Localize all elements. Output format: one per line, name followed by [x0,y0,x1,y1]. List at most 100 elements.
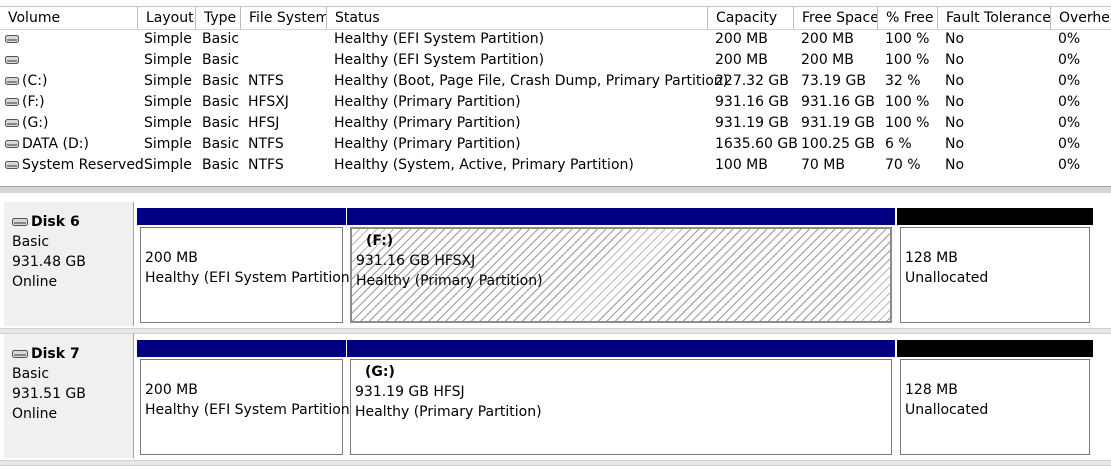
cell-volume: (C:) [22,73,48,89]
cell-volume: (F:) [22,94,45,110]
cell-type: Basic [202,73,240,89]
table-row[interactable]: DATA (D:) Simple Basic NTFS Healthy (Primary… [0,134,1111,155]
partition-band-unallocated [897,208,1093,225]
cell-layout: Simple [144,73,192,89]
cell-fault: No [945,31,965,47]
cell-layout: Simple [144,52,192,68]
cell-type: Basic [202,115,240,131]
cell-fault: No [945,136,965,152]
drive-icon [5,98,19,106]
cell-overhead: 0% [1058,115,1081,131]
cell-free: 931.19 GB [801,115,875,131]
cell-type: Basic [202,94,240,110]
column-header-overhead[interactable]: Overhea [1051,7,1111,29]
volume-list[interactable]: Volume Layout Type File System Status Ca… [0,0,1111,186]
cell-volume: System Reserved [22,157,144,173]
cell-layout: Simple [144,94,192,110]
partition-band-primary [347,208,895,225]
cell-layout: Simple [144,157,192,173]
table-row[interactable]: (F:) Simple Basic HFSXJ Healthy (Primary Par… [0,92,1111,113]
cell-free: 73.19 GB [801,73,866,89]
column-header-status[interactable]: Status [327,7,708,29]
disk-6-label[interactable]: Disk 6 Basic 931.48 GB Online [4,202,134,326]
column-header-capacity[interactable]: Capacity [708,7,794,29]
cell-overhead: 0% [1058,94,1081,110]
column-header-file-system[interactable]: File System [241,7,327,29]
partition-band-primary [347,340,895,357]
table-row[interactable]: System Reserved Simple Basic NTFS Healthy (S… [0,155,1111,176]
column-header: Volume Layout Type File System Status Ca… [0,6,1111,30]
cell-pct: 100 % [885,115,930,131]
partition-body: 128 MB Unallocated [900,359,1090,455]
cell-volume: DATA (D:) [22,136,89,152]
table-row[interactable]: Simple Basic Healthy (EFI System Partition… [0,50,1111,71]
disk-size: 931.48 GB [12,254,86,270]
cell-status: Healthy (Boot, Page File, Crash Dump, Pr… [334,73,729,89]
partition-size: 931.16 GB HFSXJ [356,253,476,269]
drive-icon [5,77,19,85]
drive-icon [5,56,19,64]
partition-size: 128 MB [905,250,958,266]
disk-state: Online [12,406,58,422]
cell-free: 100.25 GB [801,136,875,152]
partition-unallocated[interactable]: 128 MB Unallocated [897,208,1093,326]
cell-layout: Simple [144,31,192,47]
partition-size: 931.19 GB HFSJ [355,384,465,400]
disk-state: Online [12,274,58,290]
column-header-percent-free[interactable]: % Free [878,7,938,29]
partition-f[interactable]: (F:) 931.16 GB HFSXJ Healthy (Primary Pa… [347,208,895,326]
cell-capacity: 1635.60 GB [715,136,798,152]
cell-pct: 100 % [885,94,930,110]
disk-icon [12,350,28,358]
cell-capacity: 200 MB [715,31,768,47]
disk-name: Disk 6 [31,214,80,230]
cell-free: 200 MB [801,31,854,47]
disk-name: Disk 7 [31,346,80,362]
partition-body: (G:) 931.19 GB HFSJ Healthy (Primary Par… [350,359,892,455]
cell-fault: No [945,94,965,110]
partition-status: Healthy (EFI System Partition) [145,270,356,286]
cell-fault: No [945,73,965,89]
cell-status: Healthy (Primary Partition) [334,94,521,110]
column-header-layout[interactable]: Layout [138,7,196,29]
partition-efi[interactable]: 200 MB Healthy (EFI System Partition) [137,340,356,458]
partition-body-selected: (F:) 931.16 GB HFSXJ Healthy (Primary Pa… [350,227,892,323]
disk-6-name-line: Disk 6 [12,212,133,232]
partition-band-primary [137,208,346,225]
cell-pct: 70 % [885,157,921,173]
partition-band-primary [137,340,346,357]
cell-capacity: 931.19 GB [715,115,789,131]
column-header-volume[interactable]: Volume [0,7,138,29]
pane-splitter[interactable] [0,186,1111,194]
partition-band-unallocated [897,340,1093,357]
cell-status: Healthy (Primary Partition) [334,115,521,131]
partition-g[interactable]: (G:) 931.19 GB HFSJ Healthy (Primary Par… [347,340,895,458]
partition-efi[interactable]: 200 MB Healthy (EFI System Partition) [137,208,356,326]
cell-free: 200 MB [801,52,854,68]
disk-7-name-line: Disk 7 [12,344,133,364]
cell-capacity: 200 MB [715,52,768,68]
column-header-free-space[interactable]: Free Space [794,7,878,29]
disk-divider [0,328,1111,334]
column-header-type[interactable]: Type [196,7,241,29]
drive-icon [5,35,19,43]
partition-status: Healthy (Primary Partition) [356,273,543,289]
cell-free: 931.16 GB [801,94,875,110]
table-row[interactable]: (G:) Simple Basic HFSJ Healthy (Primary Part… [0,113,1111,134]
partition-unallocated[interactable]: 128 MB Unallocated [897,340,1093,458]
cell-fs: HFSXJ [248,94,289,110]
cell-pct: 100 % [885,31,930,47]
partition-title: (F:) [366,233,394,249]
disk-divider [0,460,1111,466]
disk-graphical-view[interactable]: Disk 6 Basic 931.48 GB Online 200 MB Hea… [0,194,1111,471]
cell-fault: No [945,157,965,173]
table-row[interactable]: (C:) Simple Basic NTFS Healthy (Boot, Page F… [0,71,1111,92]
cell-fs: NTFS [248,136,284,152]
cell-capacity: 931.16 GB [715,94,789,110]
cell-overhead: 0% [1058,157,1081,173]
column-header-fault-tolerance[interactable]: Fault Tolerance [938,7,1051,29]
disk-7-label[interactable]: Disk 7 Basic 931.51 GB Online [4,334,134,458]
table-row[interactable]: Simple Basic Healthy (EFI System Partition… [0,29,1111,50]
cell-overhead: 0% [1058,136,1081,152]
partition-status: Healthy (EFI System Partition) [145,402,356,418]
